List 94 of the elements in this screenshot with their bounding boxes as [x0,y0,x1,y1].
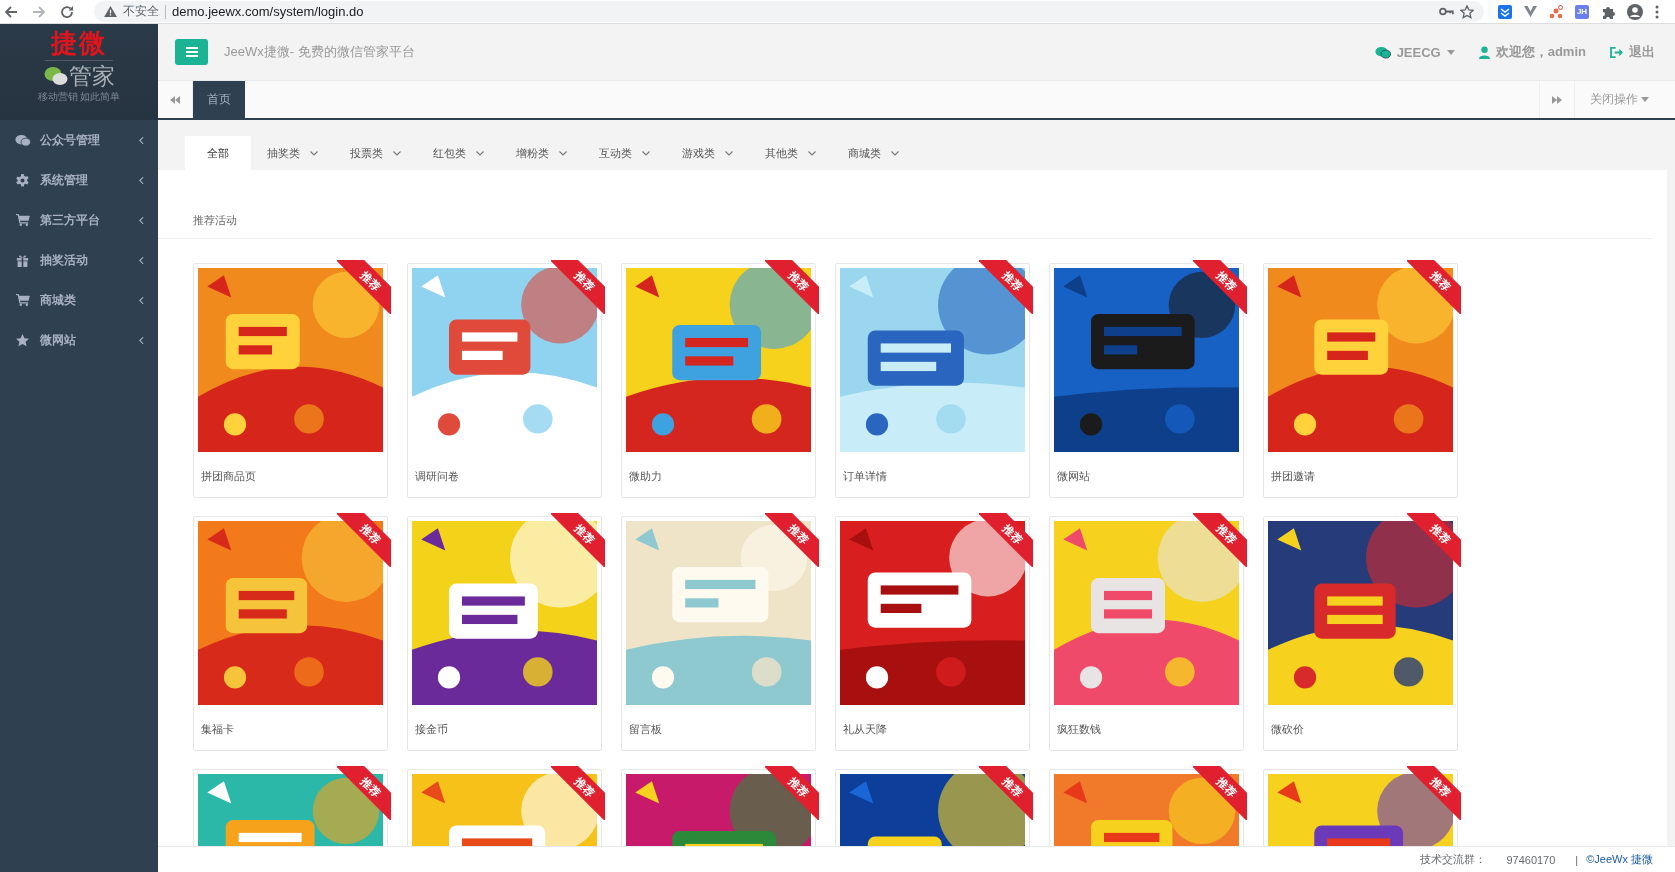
activity-card[interactable]: 拼团邀请 推荐 [1263,263,1458,498]
chat-bubbles-icon [1374,45,1391,59]
card-title: 微砍价 [1270,722,1305,737]
activity-card[interactable]: 微砍价 推荐 [1263,516,1458,751]
chevron-icon [139,216,144,224]
activity-card[interactable]: 礼从天降 推荐 [835,516,1030,751]
sidebar-item[interactable]: 第三方平台 [0,200,158,240]
card-title: 调研问卷 [414,469,460,484]
card-title: 拼团商品页 [200,469,257,484]
greeting-text: 欢迎您，admin [1495,43,1586,61]
activity-card[interactable]: 推荐 [1049,769,1244,846]
activity-card[interactable]: 订单详情 推荐 [835,263,1030,498]
more-menu-icon[interactable] [1655,4,1659,19]
security-label: 不安全 [123,3,159,20]
sign-out-icon [1610,46,1623,58]
category-tab[interactable]: 互动类 [583,136,666,170]
scroll-right-button[interactable] [1539,81,1575,118]
card-title: 微助力 [628,469,663,484]
extension-icon[interactable] [1549,4,1563,19]
caret-icon [1641,97,1649,102]
cart-icon [15,294,30,306]
sidebar-item[interactable]: 抽奖活动 [0,240,158,280]
separator-text: | [1575,853,1579,866]
category-tab[interactable]: 红包类 [417,136,500,170]
category-tab[interactable]: 其他类 [749,136,832,170]
menu-icon [185,47,198,57]
category-tab[interactable]: 全部 [185,136,251,170]
activity-card[interactable]: 微助力 推荐 [621,263,816,498]
category-tab[interactable]: 增粉类 [500,136,583,170]
back-icon[interactable] [4,4,18,19]
chevron-icon [139,136,144,144]
group-label: 技术交流群： [1420,852,1487,867]
activity-card[interactable]: 调研问卷 推荐 [407,263,602,498]
activity-card[interactable]: 推荐 [835,769,1030,846]
card-title: 微网站 [1056,469,1091,484]
sidebar-item[interactable]: 微网站 [0,320,158,360]
card-title: 拼团邀请 [1270,469,1316,484]
double-chevron-right-icon [1552,95,1562,104]
activity-card[interactable]: 留言板 推荐 [621,516,816,751]
section-title: 推荐活动 [158,170,1652,239]
url-text: demo.jeewx.com/system/login.do [172,4,364,19]
chat-bubbles-icon [43,66,68,86]
card-title: 疯狂数钱 [1056,722,1102,737]
profile-icon[interactable] [1627,3,1643,20]
address-bar[interactable]: 不安全 demo.jeewx.com/system/login.do [94,1,1484,22]
activity-card[interactable]: 疯狂数钱 推荐 [1049,516,1244,751]
caret-icon [1446,49,1455,55]
cart-icon [15,214,30,226]
card-title: 集福卡 [200,722,235,737]
key-icon[interactable] [1439,7,1454,16]
gift-icon [16,253,29,267]
chevron-icon [139,176,144,184]
copyright-link[interactable]: ©JeeWx 捷微 [1586,852,1653,867]
card-title: 订单详情 [842,469,888,484]
chevron-icon [139,256,144,264]
activity-card[interactable]: 接金币 推荐 [407,516,602,751]
activity-card[interactable]: 推荐 [193,769,388,846]
activity-card[interactable]: 推荐 [407,769,602,846]
logo-subtitle: 管家 [68,63,115,89]
category-tab[interactable]: 游戏类 [666,136,749,170]
activity-card[interactable]: 推荐 [621,769,816,846]
activity-card[interactable]: 拼团商品页 推荐 [193,263,388,498]
extension-icon[interactable]: JH [1575,4,1589,19]
sidebar-item[interactable]: 公众号管理 [0,120,158,160]
extension-icon[interactable] [1498,4,1512,19]
category-tab[interactable]: 抽奖类 [251,136,334,170]
star-icon [16,333,29,347]
chevron-icon [139,336,144,344]
extension-icon[interactable] [1524,5,1537,18]
logo-tagline: 移动营销 如此简单 [37,90,121,104]
category-tab[interactable]: 商城类 [832,136,915,170]
chat-bubbles-icon [14,133,31,147]
user-icon [1478,45,1490,59]
logo-title: 捷微 [45,29,113,61]
menu-button[interactable] [175,39,208,65]
double-chevron-left-icon [170,95,180,104]
activity-card[interactable]: 集福卡 推荐 [193,516,388,751]
warning-icon [104,6,117,17]
activity-card[interactable]: 推荐 [1263,769,1458,846]
card-title: 接金币 [414,722,449,737]
sidebar-item[interactable]: 商城类 [0,280,158,320]
reload-icon[interactable] [60,4,74,19]
star-outline-icon[interactable] [1460,4,1474,19]
header-title: JeeWx捷微- 免费的微信管家平台 [224,43,415,61]
card-title: 礼从天降 [842,722,888,737]
chevron-icon [139,296,144,304]
puzzle-icon[interactable] [1601,4,1615,19]
activity-card[interactable]: 微网站 推荐 [1049,263,1244,498]
group-number: 97460170 [1506,853,1556,866]
settings-icon [16,173,29,187]
card-title: 留言板 [628,722,663,737]
page-tab[interactable]: 首页 [193,81,245,118]
sidebar-item[interactable]: 系统管理 [0,160,158,200]
category-tab[interactable]: 投票类 [334,136,417,170]
